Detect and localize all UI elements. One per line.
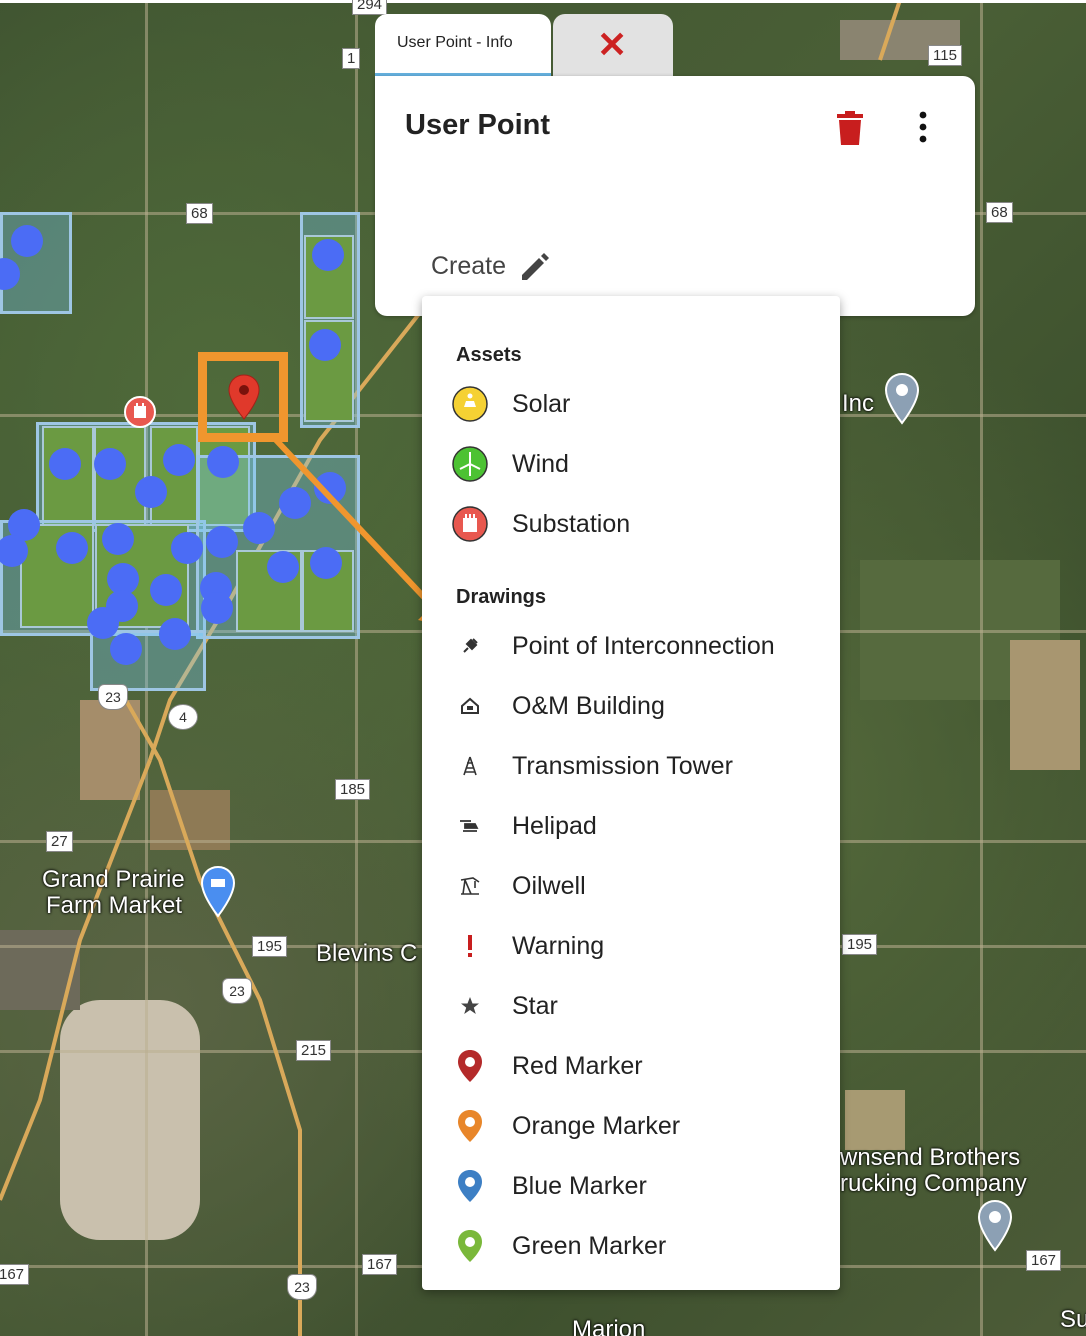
map-label: Blevins C — [316, 940, 418, 967]
tab-info[interactable]: User Point - Info — [375, 14, 551, 76]
route-shield: 23 — [222, 978, 252, 1004]
route-shield: 195 — [252, 936, 288, 957]
menu-item-label: Blue Marker — [512, 1172, 647, 1200]
assets-header: Assets — [456, 344, 522, 366]
place-pin-icon[interactable] — [978, 1200, 1012, 1252]
route-shield: 23 — [98, 684, 128, 710]
route-shield: 68 — [186, 203, 213, 224]
route-shield: 167 — [0, 1264, 30, 1285]
route-shield: 68 — [986, 202, 1013, 223]
menu-item-helipad[interactable]: Helipad — [422, 798, 840, 854]
menu-item-label: Substation — [512, 510, 631, 538]
plug-icon — [450, 628, 490, 664]
menu-item-wind[interactable]: Wind — [422, 436, 840, 492]
menu-item-om-building[interactable]: O&M Building — [422, 678, 840, 734]
more-options-icon[interactable] — [913, 110, 933, 146]
orange-marker-icon — [450, 1108, 490, 1144]
oilwell-icon — [450, 868, 490, 904]
tab-info-label: User Point - Info — [397, 34, 513, 51]
route-shield: 185 — [335, 779, 371, 800]
menu-item-substation[interactable]: Substation — [422, 496, 840, 552]
place-pin-icon[interactable] — [885, 373, 919, 425]
route-shield: 167 — [362, 1254, 398, 1275]
create-label: Create — [431, 251, 507, 280]
route-shield: 195 — [842, 934, 878, 955]
solar-icon — [450, 386, 490, 422]
route-shield: 23 — [287, 1274, 317, 1300]
map-label: Grand Prairie — [42, 866, 185, 893]
route-shield: 1 — [342, 48, 361, 69]
menu-item-star[interactable]: Star — [422, 978, 840, 1034]
info-panel: User Point Create — [375, 76, 975, 316]
menu-item-solar[interactable]: Solar — [422, 376, 840, 432]
route-shield: 167 — [1026, 1250, 1062, 1271]
menu-item-warning[interactable]: Warning — [422, 918, 840, 974]
menu-item-oilwell[interactable]: Oilwell — [422, 858, 840, 914]
menu-item-label: Star — [512, 992, 558, 1020]
building-icon — [450, 688, 490, 724]
substation-icon — [450, 506, 490, 542]
create-button[interactable]: Create — [431, 246, 552, 286]
green-marker-icon — [450, 1228, 490, 1264]
menu-item-red-marker[interactable]: Red Marker — [422, 1038, 840, 1094]
wind-icon — [450, 446, 490, 482]
map-label: Su — [1060, 1306, 1086, 1333]
menu-item-green-marker[interactable]: Green Marker — [422, 1218, 840, 1274]
route-shield: 294 — [352, 0, 388, 15]
map-label: rucking Company — [840, 1170, 1027, 1197]
route-shield: 215 — [296, 1040, 332, 1061]
menu-item-label: Red Marker — [512, 1052, 643, 1080]
menu-item-label: Warning — [512, 932, 605, 960]
create-menu: Assets Solar Wind Substation Drawings Po… — [422, 296, 840, 1290]
tower-icon — [450, 748, 490, 784]
close-tab-button[interactable]: ✕ — [553, 14, 673, 76]
pencil-icon — [522, 253, 550, 280]
menu-item-blue-marker[interactable]: Blue Marker — [422, 1158, 840, 1214]
panel-title: User Point — [405, 109, 551, 141]
route-shield: 27 — [46, 831, 73, 852]
menu-item-orange-marker[interactable]: Orange Marker — [422, 1098, 840, 1154]
menu-item-transmission-tower[interactable]: Transmission Tower — [422, 738, 840, 794]
delete-icon[interactable] — [834, 110, 866, 146]
helicopter-icon — [450, 808, 490, 844]
map-label: Marion — [572, 1316, 646, 1336]
map-label: wnsend Brothers — [840, 1144, 1021, 1171]
menu-item-point-of-interconnection[interactable]: Point of Interconnection — [422, 618, 840, 674]
menu-item-label: Wind — [512, 450, 569, 478]
close-icon: ✕ — [597, 24, 628, 65]
map-label: Inc — [842, 390, 875, 417]
menu-item-label: O&M Building — [512, 692, 665, 720]
red-marker-icon — [450, 1048, 490, 1084]
shopping-pin-icon[interactable] — [201, 866, 235, 918]
menu-item-label: Green Marker — [512, 1232, 667, 1260]
blue-marker-icon — [450, 1168, 490, 1204]
menu-item-label: Transmission Tower — [512, 752, 733, 780]
star-icon — [450, 988, 490, 1024]
map-label: Farm Market — [46, 892, 183, 919]
menu-item-label: Point of Interconnection — [512, 632, 775, 660]
drawings-header: Drawings — [456, 586, 547, 608]
route-shield: 115 — [928, 45, 962, 66]
menu-item-label: Oilwell — [512, 872, 586, 900]
menu-item-label: Helipad — [512, 812, 597, 840]
route-shield: 4 — [168, 704, 198, 730]
menu-item-label: Orange Marker — [512, 1112, 681, 1140]
menu-item-label: Solar — [512, 390, 571, 418]
warning-icon — [450, 928, 490, 964]
